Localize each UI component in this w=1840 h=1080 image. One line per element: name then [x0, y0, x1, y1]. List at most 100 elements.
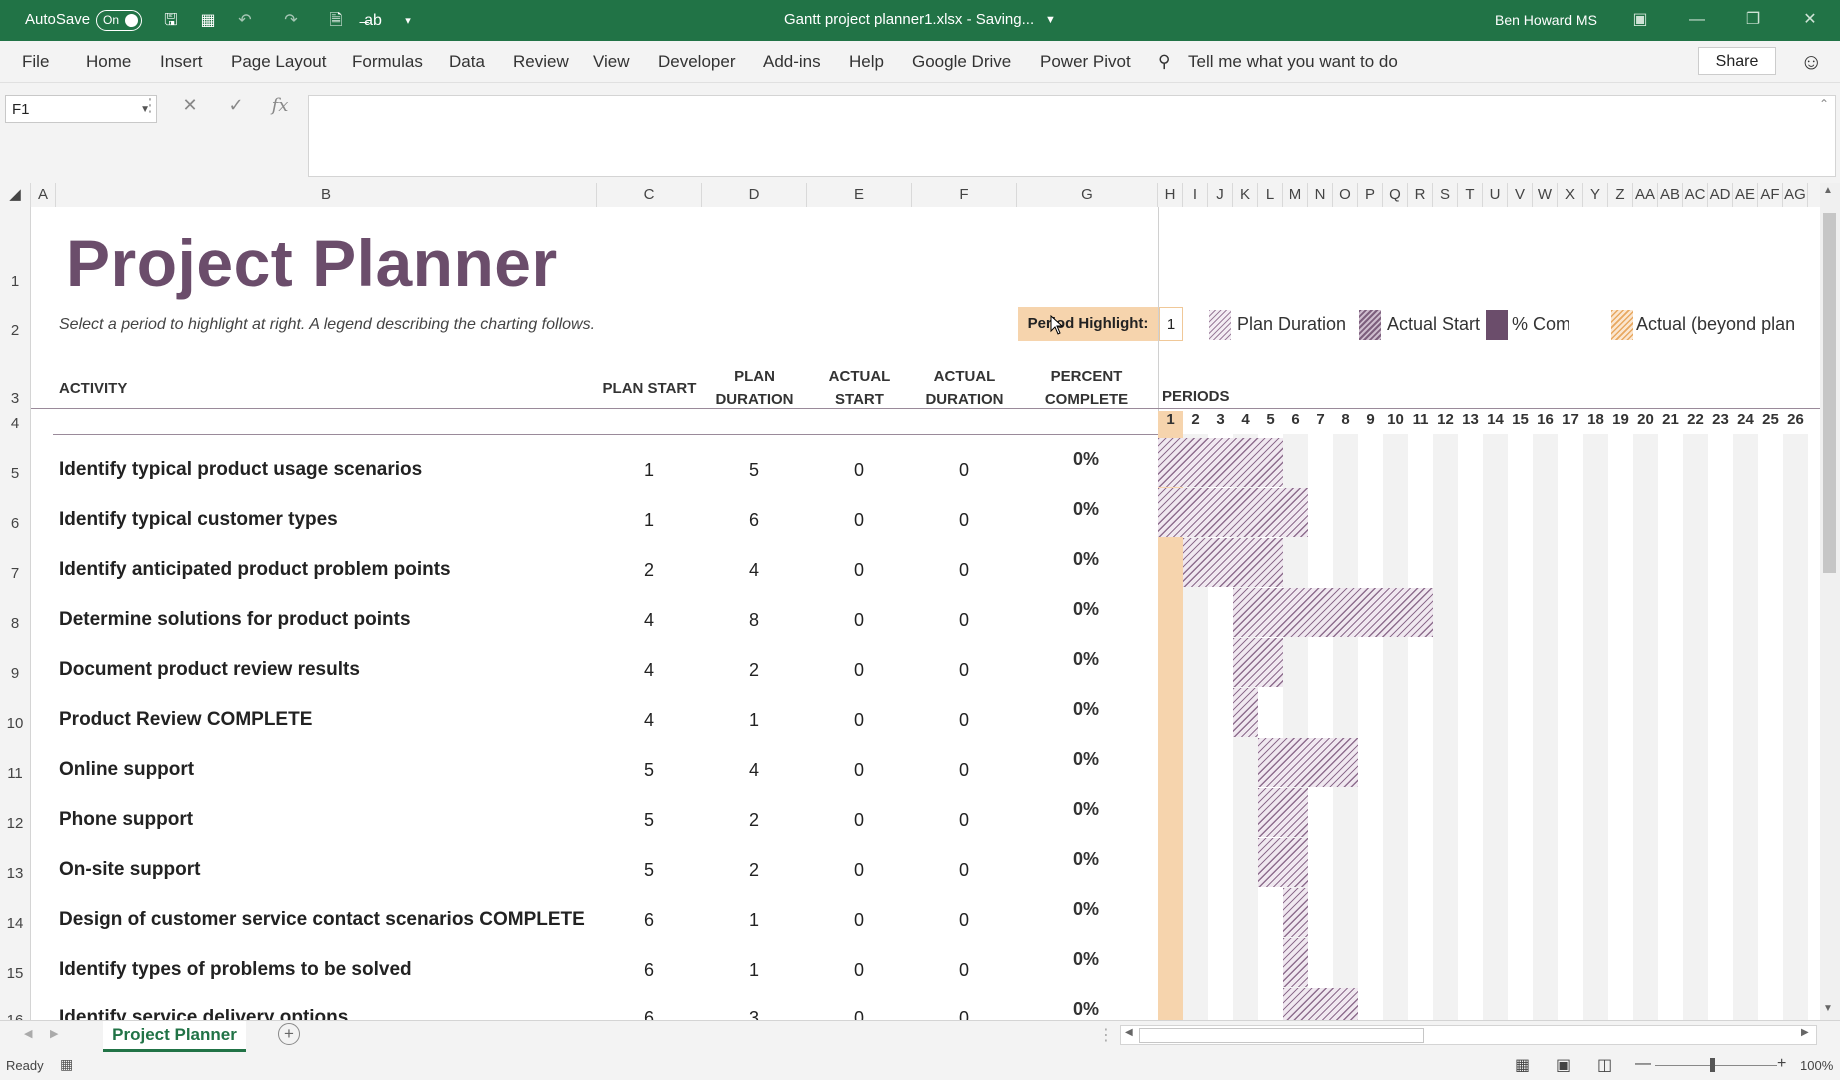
select-all-corner[interactable]: ◢	[0, 183, 31, 207]
tab-data[interactable]: Data	[449, 52, 485, 72]
activity-name[interactable]: Determine solutions for product points	[59, 609, 411, 631]
tab-file[interactable]: File	[22, 52, 49, 72]
actual-duration-cell[interactable]: 0	[934, 760, 994, 781]
actual-start-cell[interactable]: 0	[829, 910, 889, 931]
plan-duration-cell[interactable]: 3	[724, 1008, 784, 1020]
col-header[interactable]: B	[56, 183, 597, 207]
activity-name[interactable]: Identify typical customer types	[59, 509, 338, 531]
col-header[interactable]: A	[31, 183, 56, 207]
col-header[interactable]: W	[1533, 183, 1558, 207]
percent-complete-cell[interactable]: 0%	[1051, 849, 1121, 870]
user-name[interactable]: Ben Howard MS	[1495, 12, 1597, 28]
percent-complete-cell[interactable]: 0%	[1051, 999, 1121, 1020]
col-header[interactable]: H	[1158, 183, 1183, 207]
percent-complete-cell[interactable]: 0%	[1051, 799, 1121, 820]
percent-complete-cell[interactable]: 0%	[1051, 599, 1121, 620]
row-header[interactable]: 11	[0, 765, 30, 782]
row-header[interactable]: 7	[0, 565, 30, 582]
row-header[interactable]: 10	[0, 715, 30, 732]
col-header[interactable]: AE	[1733, 183, 1758, 207]
worksheet-grid[interactable]: Project Planner Select a period to highl…	[31, 207, 1820, 1020]
page-break-view-icon[interactable]: ◫	[1597, 1055, 1612, 1075]
plan-start-cell[interactable]: 4	[619, 660, 679, 681]
col-header[interactable]: L	[1258, 183, 1283, 207]
actual-start-cell[interactable]: 0	[829, 560, 889, 581]
actual-start-cell[interactable]: 0	[829, 610, 889, 631]
formula-input[interactable]	[308, 95, 1836, 177]
scroll-down-icon[interactable]: ▼	[1823, 1003, 1833, 1014]
collapse-formula-icon[interactable]: ⌃	[1811, 97, 1837, 111]
plan-start-cell[interactable]: 6	[619, 1008, 679, 1020]
plan-start-cell[interactable]: 1	[619, 460, 679, 481]
col-header[interactable]: N	[1308, 183, 1333, 207]
percent-complete-cell[interactable]: 0%	[1051, 949, 1121, 970]
col-header[interactable]: G	[1017, 183, 1158, 207]
restore-icon[interactable]: ❐	[1738, 8, 1768, 32]
col-header[interactable]: J	[1208, 183, 1233, 207]
feedback-smiley-icon[interactable]: ☺	[1800, 49, 1822, 75]
save-as-icon[interactable]: ▦	[197, 10, 219, 32]
col-header[interactable]: Y	[1583, 183, 1608, 207]
plan-start-cell[interactable]: 5	[619, 760, 679, 781]
prev-sheet-icon[interactable]: ◀	[24, 1027, 32, 1040]
minimize-icon[interactable]: —	[1682, 8, 1712, 32]
actual-start-cell[interactable]: 0	[829, 460, 889, 481]
actual-duration-cell[interactable]: 0	[934, 610, 994, 631]
horizontal-scrollbar[interactable]: ◀ ▶	[1120, 1025, 1817, 1045]
col-header[interactable]: V	[1508, 183, 1533, 207]
col-header[interactable]: T	[1458, 183, 1483, 207]
plan-duration-cell[interactable]: 2	[724, 660, 784, 681]
row-header[interactable]: 5	[0, 465, 30, 482]
percent-complete-cell[interactable]: 0%	[1051, 549, 1121, 570]
next-sheet-icon[interactable]: ▶	[50, 1027, 58, 1040]
tell-me-search[interactable]: Tell me what you want to do	[1188, 52, 1398, 72]
activity-name[interactable]: Identify typical product usage scenarios	[59, 459, 422, 481]
undo-icon[interactable]: ↶	[234, 10, 256, 32]
tab-insert[interactable]: Insert	[160, 52, 203, 72]
tab-power-pivot[interactable]: Power Pivot	[1040, 52, 1131, 72]
macro-record-icon[interactable]: ▦	[60, 1056, 73, 1073]
row-header[interactable]: 13	[0, 865, 30, 882]
plan-duration-cell[interactable]: 1	[724, 710, 784, 731]
plan-start-cell[interactable]: 2	[619, 560, 679, 581]
col-header[interactable]: AB	[1658, 183, 1683, 207]
tab-page-layout[interactable]: Page Layout	[231, 52, 326, 72]
col-header[interactable]: S	[1433, 183, 1458, 207]
customize-qat-icon[interactable]: ▾	[397, 10, 419, 32]
percent-complete-cell[interactable]: 0%	[1051, 899, 1121, 920]
activity-name[interactable]: Identify anticipated product problem poi…	[59, 559, 451, 581]
col-header[interactable]: AG	[1783, 183, 1808, 207]
tab-google-drive[interactable]: Google Drive	[912, 52, 1011, 72]
actual-duration-cell[interactable]: 0	[934, 960, 994, 981]
save-icon[interactable]: 🖫	[160, 10, 182, 32]
col-header[interactable]: AF	[1758, 183, 1783, 207]
plan-duration-cell[interactable]: 2	[724, 860, 784, 881]
plan-start-cell[interactable]: 6	[619, 910, 679, 931]
row-header[interactable]: 3	[0, 390, 30, 407]
col-header[interactable]: P	[1358, 183, 1383, 207]
plan-duration-cell[interactable]: 6	[724, 510, 784, 531]
row-header[interactable]: 8	[0, 615, 30, 632]
activity-name[interactable]: Product Review COMPLETE	[59, 709, 312, 731]
col-header[interactable]: R	[1408, 183, 1433, 207]
row-header[interactable]: 4	[0, 415, 30, 432]
period-highlight-input[interactable]: 1	[1159, 307, 1183, 341]
col-header[interactable]: U	[1483, 183, 1508, 207]
plan-duration-cell[interactable]: 4	[724, 760, 784, 781]
close-icon[interactable]: ✕	[1795, 8, 1825, 32]
insert-function-icon[interactable]: fx	[267, 95, 293, 116]
col-header[interactable]: C	[597, 183, 702, 207]
enter-icon[interactable]: ✓	[223, 95, 249, 116]
scroll-left-icon[interactable]: ◀	[1125, 1027, 1133, 1038]
percent-complete-cell[interactable]: 0%	[1051, 699, 1121, 720]
plan-start-cell[interactable]: 5	[619, 860, 679, 881]
tab-view[interactable]: View	[593, 52, 630, 72]
actual-duration-cell[interactable]: 0	[934, 710, 994, 731]
row-header[interactable]: 2	[0, 322, 30, 339]
col-header[interactable]: AD	[1708, 183, 1733, 207]
plan-start-cell[interactable]: 5	[619, 810, 679, 831]
redo-icon[interactable]: ↷	[280, 10, 302, 32]
vertical-scroll-thumb[interactable]	[1823, 213, 1836, 573]
search-icon[interactable]: ⚲	[1158, 52, 1170, 72]
horizontal-scroll-thumb[interactable]	[1139, 1028, 1424, 1043]
